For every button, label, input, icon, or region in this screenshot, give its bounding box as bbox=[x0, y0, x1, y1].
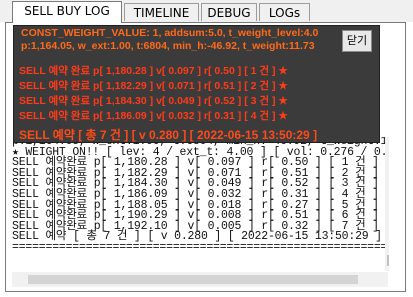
reserve-line: SELL 예약 완료 p[ 1,186.09 ] v[ 0.032 ] r[ 0… bbox=[19, 110, 288, 122]
reserve-line: SELL 예약 완료 p[ 1,184.30 ] v[ 0.049 ] r[ 0… bbox=[19, 95, 288, 107]
scroll-down-arrow-icon[interactable]: ▼ bbox=[385, 258, 390, 271]
close-button[interactable]: 닫기 bbox=[342, 30, 372, 52]
horizontal-scroll-thumb[interactable] bbox=[28, 275, 358, 284]
tab-bar: SELL BUY LOG TIMELINE DEBUG LOGs bbox=[0, 0, 413, 23]
log-textarea[interactable]: p:1,164.05, w_ext:1.00, t:6804, min_h:-4… bbox=[12, 137, 389, 272]
reserve-line: SELL 예약 완료 p[ 1,180.28 ] v[ 0.097 ] r[ 0… bbox=[19, 65, 288, 77]
tab-logs[interactable]: LOGs bbox=[259, 3, 310, 21]
log-line: ========================================… bbox=[12, 240, 389, 254]
horizontal-scrollbar[interactable] bbox=[12, 272, 388, 287]
reserve-line: SELL 예약 완료 p[ 1,182.29 ] v[ 0.071 ] r[ 0… bbox=[19, 80, 288, 92]
weight-header-line1: CONST_WEIGHT_VALUE: 1, addsum:5.0, t_wei… bbox=[21, 27, 319, 39]
tab-debug[interactable]: DEBUG bbox=[201, 3, 257, 21]
vertical-scrollbar[interactable]: ▲ ▼ bbox=[385, 137, 389, 271]
tab-timeline[interactable]: TIMELINE bbox=[124, 3, 199, 21]
weight-header-line2: p:1,164.05, w_ext:1.00, t:6804, min_h:-4… bbox=[21, 40, 315, 52]
tab-sell-buy-log[interactable]: SELL BUY LOG bbox=[12, 1, 122, 23]
sell-reserve-popup: CONST_WEIGHT_VALUE: 1, addsum:5.0, t_wei… bbox=[13, 25, 380, 143]
reserve-total-line: SELL 예약 [ 총 7 건 ] [ v 0.280 ] [ 2022-06-… bbox=[19, 128, 318, 142]
scroll-up-arrow-icon[interactable]: ▲ bbox=[385, 137, 390, 150]
